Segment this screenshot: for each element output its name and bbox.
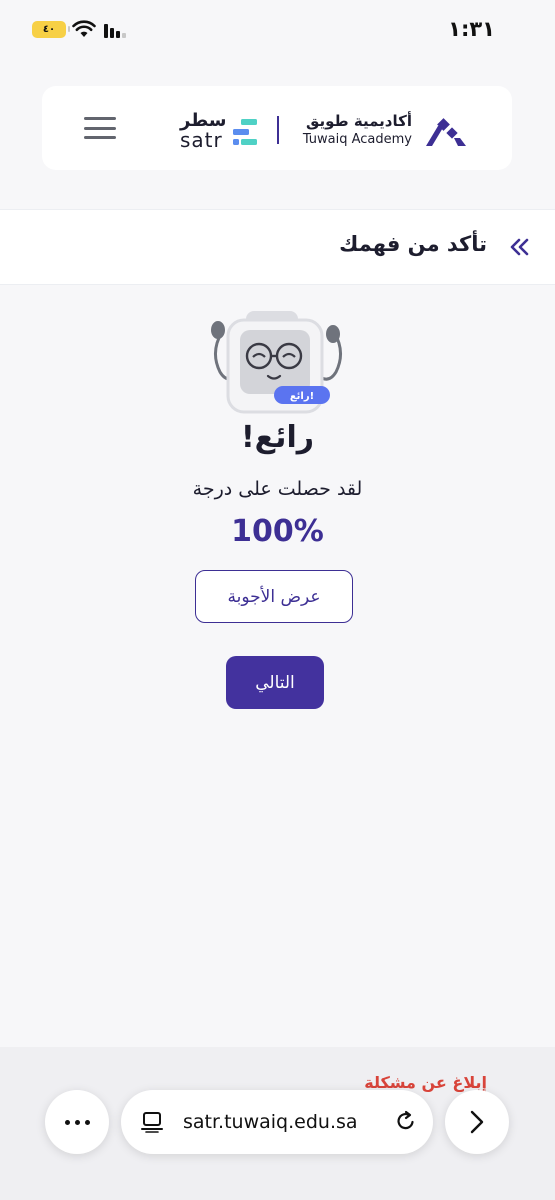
address-bar[interactable]: satr.tuwaiq.edu.sa [121,1090,433,1154]
robot-mascot-illustration: رائع! [211,311,342,414]
forward-button[interactable] [445,1090,509,1154]
tuwaiq-academy-logo[interactable]: أكاديمية طويق Tuwaiq Academy [298,110,468,150]
result-subtitle: لقد حصلت على درجة [192,478,363,500]
url-text: satr.tuwaiq.edu.sa [183,1111,358,1133]
more-options-button[interactable] [45,1090,109,1154]
hamburger-menu-button[interactable] [84,114,118,142]
more-dots-icon [64,1119,70,1125]
tuwaiq-logo-latin: Tuwaiq Academy [302,132,412,147]
double-chevron-icon[interactable] [509,238,529,256]
section-header: تأكد من فهمك [0,209,555,285]
tuwaiq-logo-arabic: أكاديمية طويق [305,112,412,130]
satr-logo-latin: satr [180,128,223,152]
score-value: 100% [231,514,324,549]
satr-logo[interactable]: سطر satr [180,110,260,152]
next-button[interactable]: التالي [226,656,324,709]
hamburger-icon [84,117,116,120]
wifi-icon [72,20,96,37]
tabs-icon [141,1112,163,1133]
status-time: ١:٣١ [448,17,495,41]
site-header: سطر satr أكاديمية طويق Tuwaiq Academy [42,86,512,170]
section-title: تأكد من فهمك [339,232,487,256]
battery-indicator: ٤٠ [32,21,70,38]
satr-mark-icon [233,119,257,145]
browser-toolbar: satr.tuwaiq.edu.sa [0,1085,555,1165]
show-answers-button[interactable]: عرض الأجوبة [195,570,353,623]
status-bar: ٤٠ ١:٣١ [0,0,555,60]
result-title: رائع! [241,420,314,455]
logo-divider [277,116,279,144]
reload-icon[interactable] [395,1110,417,1132]
robot-badge-text: رائع! [290,391,314,402]
tuwaiq-mark-icon [426,118,466,146]
chevron-right-icon [470,1110,484,1134]
cellular-signal-icon [104,22,126,38]
